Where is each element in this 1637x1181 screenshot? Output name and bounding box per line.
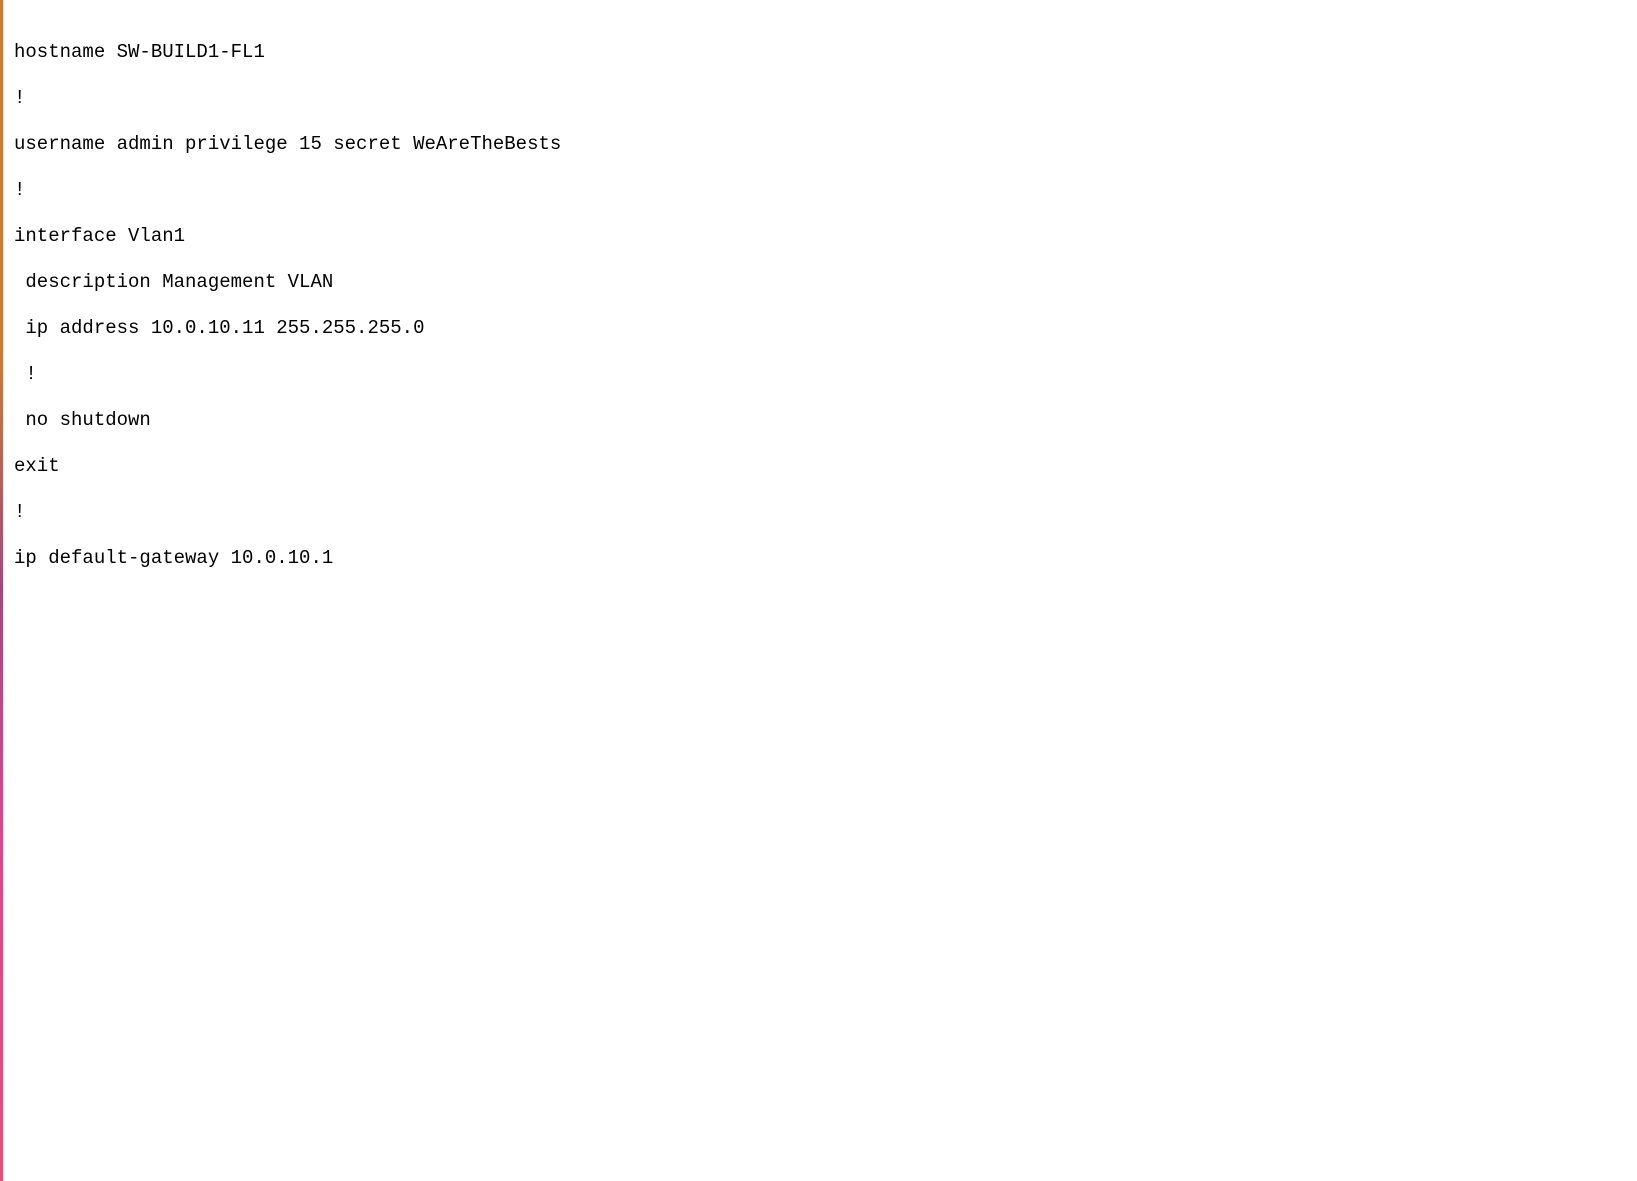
config-line: ! <box>14 363 561 386</box>
config-line: username admin privilege 15 secret WeAre… <box>14 133 561 156</box>
config-line: interface Vlan1 <box>14 225 561 248</box>
config-line: ip address 10.0.10.11 255.255.255.0 <box>14 317 561 340</box>
window-left-accent-border <box>0 0 3 1181</box>
config-line: ip default-gateway 10.0.10.1 <box>14 547 561 570</box>
config-line: description Management VLAN <box>14 271 561 294</box>
config-line: hostname SW-BUILD1-FL1 <box>14 41 561 64</box>
config-line: ! <box>14 501 561 524</box>
config-line: exit <box>14 455 561 478</box>
config-text-area[interactable]: hostname SW-BUILD1-FL1 ! username admin … <box>14 18 561 593</box>
config-line: no shutdown <box>14 409 561 432</box>
config-line: ! <box>14 179 561 202</box>
config-line: ! <box>14 87 561 110</box>
